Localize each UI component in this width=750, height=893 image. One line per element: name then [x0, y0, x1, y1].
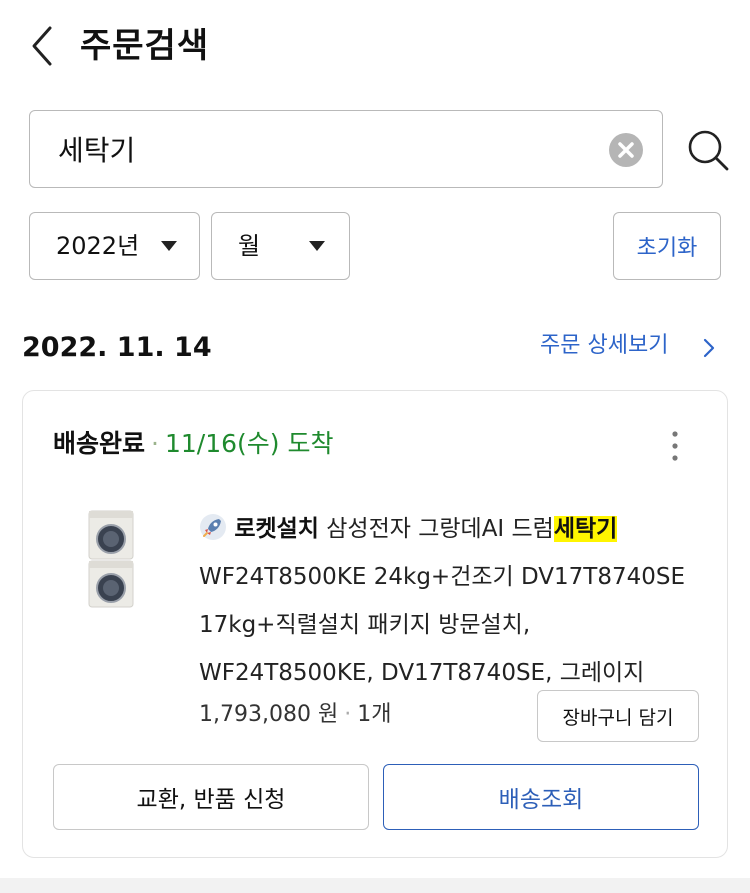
caret-down-icon [309, 241, 325, 251]
clear-icon[interactable] [609, 133, 643, 167]
header: 주문검색 [0, 0, 750, 95]
product-title-line1: 로켓설치 삼성전자 그랑데AI 드럼세탁기 [199, 505, 709, 553]
price-row: 1,793,080 원 · 1개 [199, 699, 391, 731]
add-to-cart-button[interactable]: 장바구니 담기 [537, 690, 699, 742]
order-date: 2022. 11. 14 [22, 332, 212, 363]
year-select-value: 2022년 [56, 232, 140, 260]
delivery-status: 배송완료 [53, 429, 146, 458]
reset-button[interactable]: 초기화 [613, 212, 721, 280]
rocket-install-badge: 로켓설치 [234, 516, 319, 542]
search-icon[interactable] [686, 128, 730, 172]
product-title[interactable]: 로켓설치 삼성전자 그랑데AI 드럼세탁기 WF24T8500KE 24kg+건… [199, 505, 709, 697]
bottom-divider [0, 878, 750, 893]
caret-down-icon [161, 241, 177, 251]
month-select[interactable]: 월 [211, 212, 350, 280]
track-delivery-button[interactable]: 배송조회 [383, 764, 699, 830]
order-detail-link-label: 주문 상세보기 [540, 333, 669, 358]
separator-dot: · [151, 429, 159, 458]
product-name-prefix: 삼성전자 그랑데AI 드럼 [326, 516, 554, 542]
search-highlight: 세탁기 [553, 516, 618, 542]
product-image[interactable] [85, 509, 137, 609]
separator-dot: · [344, 702, 352, 727]
rocket-icon [200, 514, 226, 540]
delivery-status-row: 배송완료 · 11/16(수) 도착 [53, 427, 333, 461]
more-options-icon[interactable] [665, 429, 685, 463]
chevron-right-icon [703, 338, 715, 358]
search-input[interactable] [58, 111, 618, 186]
back-arrow-icon[interactable] [28, 24, 58, 68]
page-title: 주문검색 [80, 26, 210, 66]
month-select-value: 월 [238, 232, 261, 260]
year-select[interactable]: 2022년 [29, 212, 200, 280]
product-price: 1,793,080 원 [199, 702, 339, 727]
search-box [29, 110, 663, 188]
exchange-return-button[interactable]: 교환, 반품 신청 [53, 764, 369, 830]
product-title-line2: WF24T8500KE 24kg+건조기 DV17T8740SE [199, 564, 686, 590]
product-title-line3: 17kg+직렬설치 패키지 방문설치, [199, 612, 531, 638]
product-quantity: 1개 [357, 702, 392, 727]
order-card: 배송완료 · 11/16(수) 도착 로켓설치 삼성전자 그랑데AI 드럼세탁기 W… [22, 390, 728, 858]
arrival-date: 11/16(수) 도착 [164, 429, 334, 458]
order-detail-link[interactable]: 주문 상세보기 [540, 330, 715, 364]
